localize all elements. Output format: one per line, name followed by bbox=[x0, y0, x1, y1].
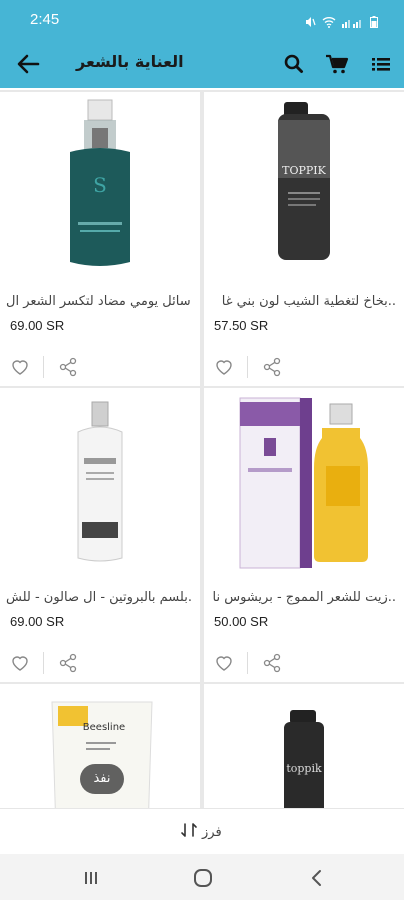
status-bar: 2:45 bbox=[0, 0, 404, 40]
recents-icon[interactable] bbox=[80, 867, 102, 889]
product-name[interactable]: بخاخ لتغطية الشيب لون بني غا.. bbox=[210, 294, 396, 309]
product-image[interactable]: S bbox=[0, 92, 200, 288]
product-actions bbox=[0, 348, 200, 386]
page-title: العناية بالشعر bbox=[76, 52, 184, 71]
share-icon[interactable] bbox=[58, 653, 78, 673]
mute-icon bbox=[304, 13, 316, 32]
svg-text:toppik: toppik bbox=[286, 762, 322, 775]
list-view-icon[interactable] bbox=[368, 51, 394, 77]
back-icon[interactable] bbox=[306, 867, 328, 889]
share-icon[interactable] bbox=[262, 357, 282, 377]
share-icon[interactable] bbox=[58, 357, 78, 377]
divider bbox=[43, 652, 44, 674]
product-image[interactable]: TOPPIK bbox=[204, 92, 404, 288]
product-name[interactable]: زيت للشعر المموج - بريشوس نا.. bbox=[210, 590, 396, 605]
svg-text:TOPPIK: TOPPIK bbox=[282, 164, 327, 177]
heart-icon[interactable] bbox=[10, 358, 30, 376]
heart-icon[interactable] bbox=[10, 654, 30, 672]
product-price: 50.00 SR bbox=[214, 614, 269, 629]
product-grid: TOPPIK بخاخ لتغطية الشيب لون بني غا.. 57… bbox=[0, 90, 404, 808]
product-price: 69.00 SR bbox=[10, 318, 65, 333]
sort-button[interactable]: فرز bbox=[180, 821, 222, 843]
heart-icon[interactable] bbox=[214, 654, 234, 672]
app-bar: العناية بالشعر bbox=[0, 40, 404, 88]
product-price: 57.50 SR bbox=[214, 318, 269, 333]
heart-icon[interactable] bbox=[214, 358, 234, 376]
status-time: 2:45 bbox=[30, 11, 60, 28]
sort-bar: فرز bbox=[0, 808, 404, 854]
sort-label: فرز bbox=[202, 824, 222, 840]
sort-icon bbox=[180, 821, 198, 843]
product-image[interactable] bbox=[204, 388, 404, 584]
product-card[interactable]: S سائل يومي مضاد لتكسر الشعر ال.. 69.00 … bbox=[0, 92, 200, 386]
product-actions bbox=[0, 644, 200, 682]
back-arrow-icon[interactable] bbox=[14, 50, 42, 78]
product-name[interactable]: سائل يومي مضاد لتكسر الشعر ال.. bbox=[6, 294, 192, 309]
divider bbox=[43, 356, 44, 378]
product-card[interactable]: toppik bbox=[204, 684, 404, 808]
home-icon[interactable] bbox=[192, 867, 214, 889]
divider bbox=[247, 356, 248, 378]
battery-icon bbox=[370, 13, 378, 32]
share-icon[interactable] bbox=[262, 653, 282, 673]
product-card[interactable]: TOPPIK بخاخ لتغطية الشيب لون بني غا.. 57… bbox=[204, 92, 404, 386]
product-image[interactable]: toppik bbox=[204, 684, 404, 808]
toast-message: نفذ bbox=[80, 764, 124, 794]
system-nav-bar bbox=[0, 854, 404, 900]
svg-text:Beesline: Beesline bbox=[83, 722, 125, 733]
divider bbox=[247, 652, 248, 674]
wifi-icon bbox=[322, 13, 336, 32]
cart-icon[interactable] bbox=[324, 51, 350, 77]
product-card[interactable]: بلسم بالبروتين - ال صالون - للش.. 69.00 … bbox=[0, 388, 200, 682]
status-icons bbox=[304, 13, 378, 32]
signal-icon bbox=[342, 13, 364, 32]
search-icon[interactable] bbox=[281, 51, 307, 77]
product-card[interactable]: زيت للشعر المموج - بريشوس نا.. 50.00 SR bbox=[204, 388, 404, 682]
product-actions bbox=[204, 644, 404, 682]
product-actions bbox=[204, 348, 404, 386]
product-image[interactable] bbox=[0, 388, 200, 584]
svg-text:S: S bbox=[93, 173, 107, 197]
product-name[interactable]: بلسم بالبروتين - ال صالون - للش.. bbox=[6, 590, 192, 605]
product-price: 69.00 SR bbox=[10, 614, 65, 629]
